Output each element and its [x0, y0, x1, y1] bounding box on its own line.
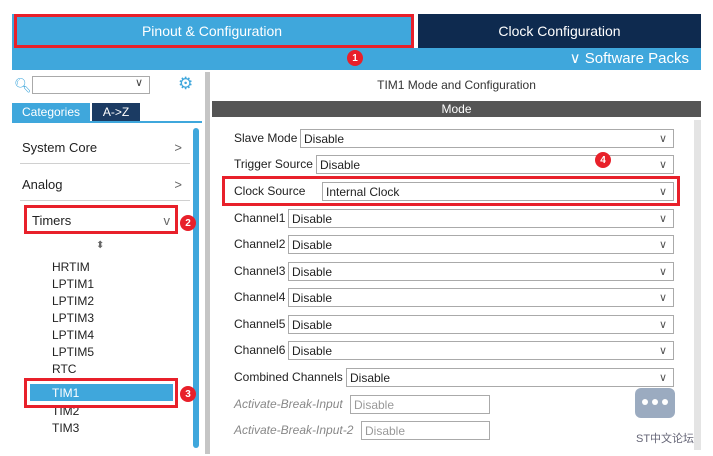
activate-break-input-2-select: Disable — [361, 421, 490, 440]
search-input[interactable]: ∨ — [32, 76, 150, 94]
select-value: Disable — [292, 264, 333, 279]
list-item[interactable]: RTC — [52, 361, 94, 378]
channel1-select[interactable]: Disable ∨ — [288, 209, 674, 228]
chevron-down-icon: ∨ — [658, 266, 667, 278]
channel5-select[interactable]: Disable ∨ — [288, 315, 674, 334]
channel5-label: Channel5 — [234, 317, 286, 331]
activate-break-input-2-label: Activate-Break-Input-2 — [234, 423, 354, 437]
chevron-down-icon: ∨ — [658, 133, 667, 145]
divider — [20, 200, 190, 201]
annotation-badge-1: 1 — [347, 50, 363, 66]
trigger-source-select[interactable]: Disable ∨ — [316, 155, 674, 174]
select-value: Disable — [320, 157, 361, 172]
chevron-down-icon: ∨ — [658, 319, 667, 331]
list-item[interactable]: LPTIM2 — [52, 293, 94, 310]
clock-source-label: Clock Source — [234, 184, 306, 198]
select-value: Disable — [292, 343, 333, 358]
select-value: Disable — [350, 370, 391, 385]
select-value: Disable — [292, 211, 333, 226]
chevron-down-icon: ∨ — [658, 345, 667, 357]
chevron-down-icon: ∨ — [658, 372, 667, 384]
chevron-down-icon: ∨ — [658, 159, 667, 171]
categories-panel — [12, 121, 202, 456]
tab-categories[interactable]: Categories — [12, 103, 90, 121]
search-icon: 🔍︎ — [14, 77, 32, 93]
channel6-select[interactable]: Disable ∨ — [288, 341, 674, 360]
annotation-badge-3: 3 — [180, 386, 196, 402]
combined-channels-select[interactable]: Disable ∨ — [346, 368, 674, 387]
category-system-core[interactable]: System Core > — [22, 137, 182, 157]
panel-splitter[interactable] — [205, 72, 210, 454]
slave-mode-select[interactable]: Disable ∨ — [300, 129, 674, 148]
software-packs-button[interactable]: ∨ Software Packs — [570, 49, 689, 67]
channel4-label: Channel4 — [234, 290, 286, 304]
channel2-select[interactable]: Disable ∨ — [288, 235, 674, 254]
select-value: Disable — [304, 131, 345, 146]
trigger-source-label: Trigger Source — [234, 157, 313, 171]
chevron-down-icon: ∨ — [569, 50, 585, 67]
chevron-down-icon[interactable]: ∨ — [135, 76, 143, 89]
timer-list-more: TIM2 TIM3 — [52, 403, 79, 437]
activate-break-input-label: Activate-Break-Input — [234, 397, 343, 411]
timer-list: HRTIM LPTIM1 LPTIM2 LPTIM3 LPTIM4 LPTIM5… — [52, 259, 94, 378]
tab-pinout-label: Pinout & Configuration — [141, 23, 283, 39]
list-item[interactable]: HRTIM — [52, 259, 94, 276]
select-value: Disable — [292, 317, 333, 332]
select-value: Internal Clock — [326, 184, 400, 199]
channel3-select[interactable]: Disable ∨ — [288, 262, 674, 281]
activate-break-input-select: Disable — [350, 395, 490, 414]
category-label: Timers — [32, 212, 72, 228]
chevron-right-icon: > — [174, 176, 182, 192]
right-scrollbar[interactable] — [694, 120, 701, 450]
divider — [20, 163, 190, 164]
clock-source-select[interactable]: Internal Clock ∨ — [322, 182, 674, 201]
select-value: Disable — [354, 397, 395, 412]
mode-header-label: Mode — [441, 102, 472, 116]
tab-a-z[interactable]: A->Z — [92, 103, 140, 121]
list-item[interactable]: LPTIM3 — [52, 310, 94, 327]
panel-title: TIM1 Mode and Configuration — [377, 78, 536, 92]
list-item[interactable]: TIM3 — [52, 420, 79, 437]
mode-header: Mode — [212, 101, 701, 117]
tab-categories-label: Categories — [21, 105, 81, 119]
category-label: System Core — [22, 139, 98, 155]
list-item[interactable]: TIM2 — [52, 403, 79, 420]
chevron-right-icon: > — [174, 139, 182, 155]
gear-icon[interactable]: ⚙ — [178, 74, 193, 94]
tab-pinout-configuration[interactable]: Pinout & Configuration — [12, 14, 412, 48]
list-item[interactable]: LPTIM4 — [52, 327, 94, 344]
slave-mode-label: Slave Mode — [234, 131, 298, 145]
list-item-tim1-selected[interactable]: TIM1 — [30, 384, 173, 401]
annotation-badge-4: 4 — [595, 152, 611, 168]
channel3-label: Channel3 — [234, 264, 286, 278]
channel1-label: Channel1 — [234, 211, 286, 225]
select-value: Disable — [365, 423, 406, 438]
annotation-badge-2: 2 — [180, 215, 196, 231]
category-label: Analog — [22, 176, 63, 192]
list-item[interactable]: LPTIM1 — [52, 276, 94, 293]
category-timers[interactable]: Timers v — [32, 210, 170, 230]
list-item-label: TIM1 — [52, 385, 80, 400]
chevron-down-icon: ∨ — [658, 213, 667, 225]
chevron-down-icon: v — [163, 212, 171, 228]
category-analog[interactable]: Analog > — [22, 174, 182, 194]
software-packs-label: Software Packs — [584, 50, 689, 67]
select-value: Disable — [292, 290, 333, 305]
tab-clock-label: Clock Configuration — [498, 23, 621, 39]
tab-az-label: A->Z — [102, 105, 130, 119]
chevron-down-icon: ∨ — [658, 292, 667, 304]
list-item[interactable]: LPTIM5 — [52, 344, 94, 361]
left-scrollbar[interactable] — [193, 128, 199, 448]
sort-icon[interactable]: ⬍ — [96, 240, 104, 251]
chevron-down-icon: ∨ — [658, 239, 667, 251]
combined-channels-label: Combined Channels — [234, 370, 343, 384]
channel4-select[interactable]: Disable ∨ — [288, 288, 674, 307]
chat-bubble-icon — [635, 388, 675, 418]
channel2-label: Channel2 — [234, 237, 286, 251]
chevron-down-icon: ∨ — [658, 186, 667, 198]
channel6-label: Channel6 — [234, 343, 286, 357]
tab-clock-configuration[interactable]: Clock Configuration — [418, 14, 701, 48]
watermark-text: ST中文论坛 — [636, 433, 695, 445]
select-value: Disable — [292, 237, 333, 252]
